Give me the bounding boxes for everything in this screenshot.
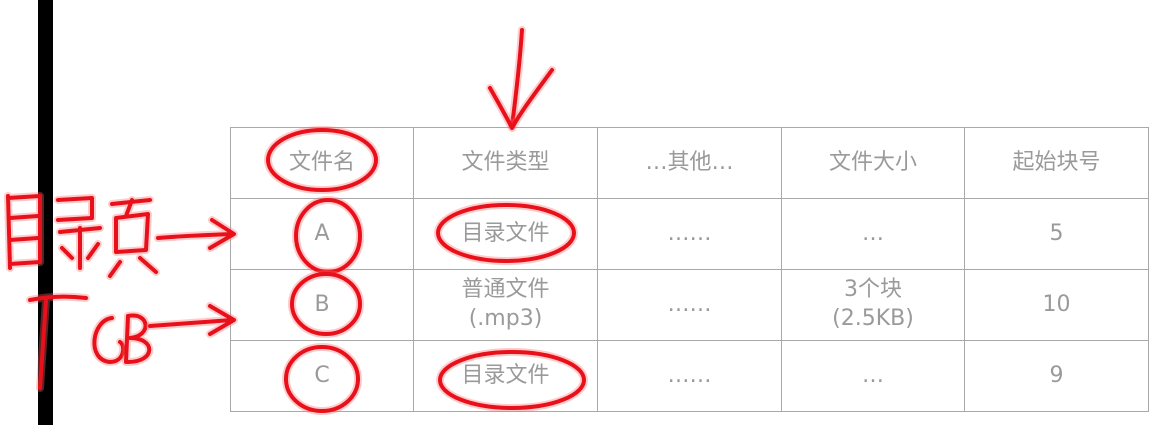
header-start-block: 起始块号: [964, 127, 1149, 199]
cell-filename: A: [230, 198, 414, 270]
header-filesize: 文件大小: [781, 127, 965, 199]
cell-start-block: 9: [964, 340, 1149, 412]
table-row: A 目录文件 …… … 5: [230, 198, 1149, 270]
cell-other: ……: [597, 340, 782, 412]
handwritten-label-directory-entry: [4, 192, 160, 280]
right-arrow-icon: [154, 216, 238, 252]
cell-filename: C: [230, 340, 414, 412]
header-other: …其他…: [597, 127, 782, 199]
table-row: B 普通文件 (.mp3) …… 3个块 (2.5KB) 10: [230, 269, 1149, 341]
header-filename: 文件名: [230, 127, 414, 199]
cell-other: ……: [597, 198, 782, 270]
cell-filesize: 3个块 (2.5KB): [781, 269, 965, 341]
fcb-table: 文件名 文件类型 …其他… 文件大小 起始块号 A 目录文件 …… … 5 B …: [230, 127, 1149, 412]
table-header-row: 文件名 文件类型 …其他… 文件大小 起始块号: [230, 127, 1149, 199]
cell-start-block: 10: [964, 269, 1149, 341]
cell-filesize: …: [781, 198, 965, 270]
table-row: C 目录文件 …… … 9: [230, 340, 1149, 412]
cell-filetype: 目录文件: [413, 198, 598, 270]
cell-filetype: 普通文件 (.mp3): [413, 269, 598, 341]
cell-start-block: 5: [964, 198, 1149, 270]
cell-filename: B: [230, 269, 414, 341]
down-arrow-icon: [486, 26, 556, 132]
cell-filetype: 目录文件: [413, 340, 598, 412]
right-arrow-icon: [146, 302, 238, 338]
header-filetype: 文件类型: [413, 127, 598, 199]
cell-other: ……: [597, 269, 782, 341]
cell-filesize: …: [781, 340, 965, 412]
left-edge-bar: [38, 0, 53, 425]
